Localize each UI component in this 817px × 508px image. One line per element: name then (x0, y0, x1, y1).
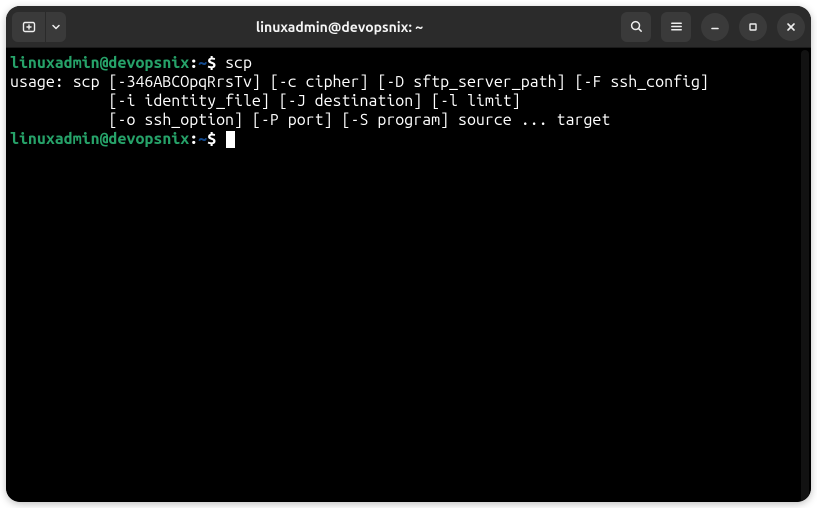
close-icon (785, 21, 797, 33)
prompt-user-host: linuxadmin@devopsnix (10, 54, 189, 72)
prompt-path: ~ (198, 130, 207, 148)
prompt-sep: : (189, 54, 198, 72)
terminal-output-line: [-o ssh_option] [-P port] [-S program] s… (10, 111, 807, 130)
maximize-icon (747, 21, 759, 33)
search-icon (629, 19, 644, 34)
command-text: scp (225, 54, 252, 72)
titlebar-left-controls (12, 12, 66, 42)
new-tab-group (12, 12, 66, 42)
prompt-user-host: linuxadmin@devopsnix (10, 130, 189, 148)
maximize-button[interactable] (739, 13, 767, 41)
prompt-symbol: $ (207, 130, 216, 148)
scrollbar-thumb[interactable] (801, 50, 809, 502)
menu-button[interactable] (661, 12, 691, 42)
search-button[interactable] (621, 12, 651, 42)
prompt-path: ~ (198, 54, 207, 72)
cursor (226, 131, 235, 148)
hamburger-menu-icon (669, 19, 684, 34)
terminal-line: linuxadmin@devopsnix:~$ (10, 130, 807, 149)
terminal-output-line: [-i identity_file] [-J destination] [-l … (10, 92, 807, 111)
new-tab-button[interactable] (12, 12, 46, 42)
terminal-body[interactable]: linuxadmin@devopsnix:~$ scp usage: scp [… (6, 48, 811, 502)
prompt-symbol: $ (207, 54, 216, 72)
titlebar-right-controls (621, 12, 805, 42)
window-title: linuxadmin@devopsnix: ~ (256, 19, 423, 35)
minimize-button[interactable] (701, 13, 729, 41)
minimize-icon (709, 21, 721, 33)
new-tab-icon (21, 19, 37, 35)
new-tab-dropdown[interactable] (46, 12, 66, 42)
terminal-output-line: usage: scp [-346ABCOpqRrsTv] [-c cipher]… (10, 73, 807, 92)
close-button[interactable] (777, 13, 805, 41)
terminal-line: linuxadmin@devopsnix:~$ scp (10, 54, 807, 73)
prompt-sep: : (189, 130, 198, 148)
terminal-window: linuxadmin@devopsnix: ~ (6, 6, 811, 502)
scrollbar[interactable] (800, 48, 811, 502)
chevron-down-icon (51, 22, 61, 32)
titlebar: linuxadmin@devopsnix: ~ (6, 6, 811, 48)
